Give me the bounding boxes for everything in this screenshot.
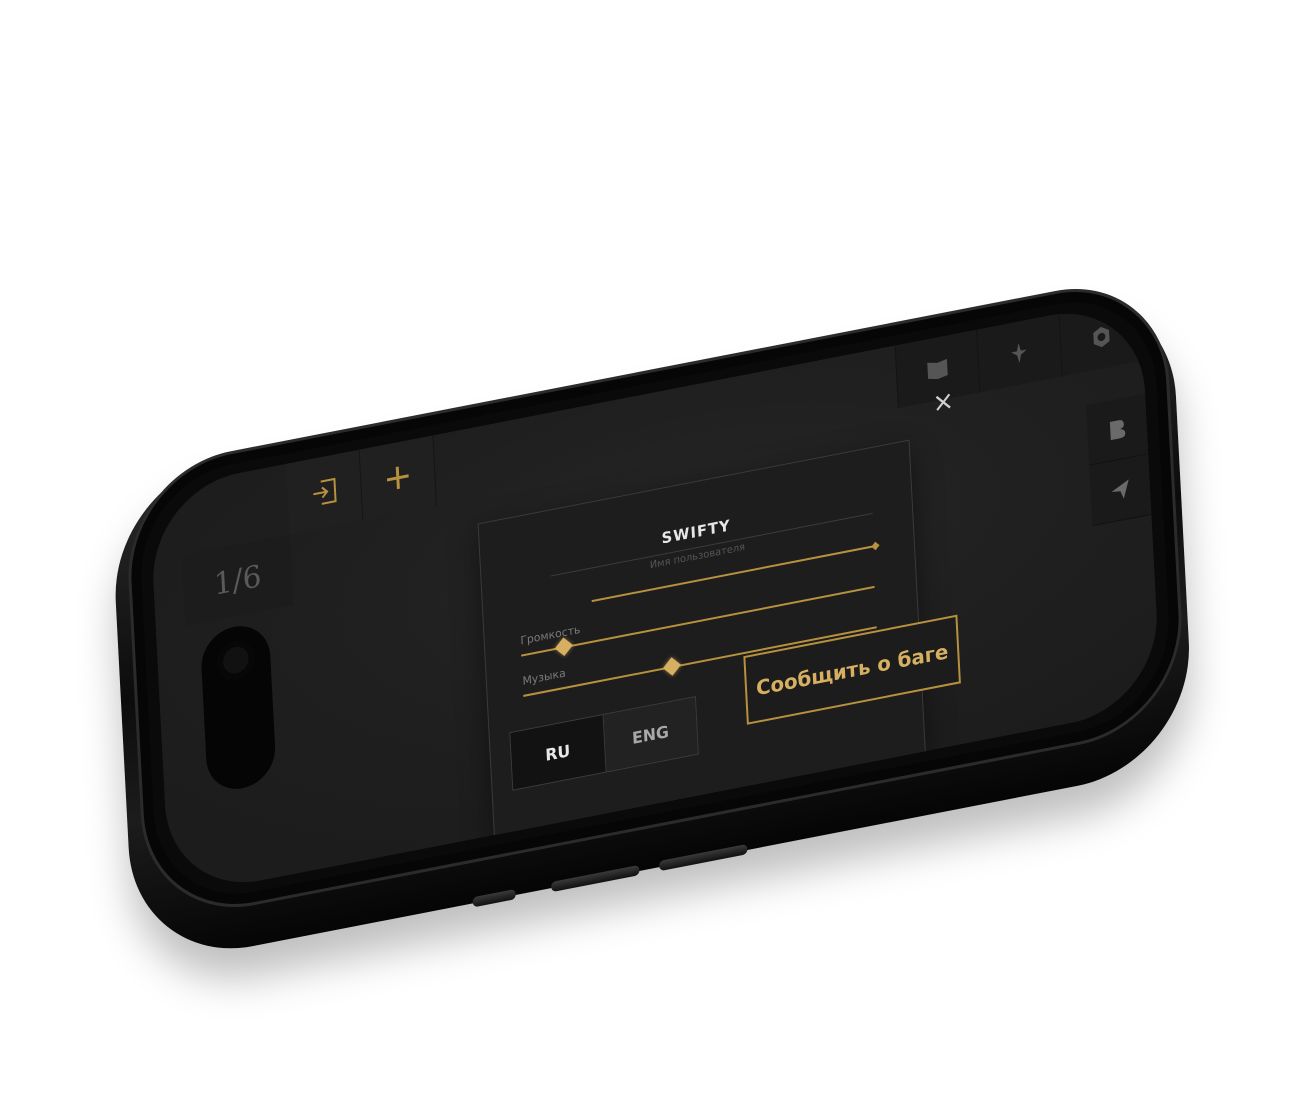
close-button[interactable]: ×: [928, 384, 959, 420]
music-label: Музыка: [522, 666, 566, 688]
top-left-toolbar: 1/6: [149, 433, 451, 631]
settings-modal: × SWIFTY Имя пользователя Громкость Музы…: [477, 385, 961, 837]
settings-icon: [1093, 326, 1110, 348]
dynamic-island: [199, 620, 277, 795]
settings-button[interactable]: [1058, 297, 1144, 377]
plus-icon: [386, 466, 409, 490]
language-selector: RU ENG: [509, 696, 699, 791]
right-side-toolbar: [1086, 393, 1152, 527]
book-icon: [927, 358, 948, 379]
send-icon: [1111, 478, 1129, 499]
lang-eng-button[interactable]: ENG: [603, 697, 698, 772]
login-button[interactable]: [286, 449, 364, 535]
login-icon: [313, 477, 337, 505]
camera-icon: [216, 637, 256, 683]
sword-icon: [1011, 342, 1028, 364]
sword-button[interactable]: [976, 313, 1062, 393]
close-icon: ×: [931, 385, 955, 420]
page-indicator: 1/6: [181, 534, 294, 627]
add-button[interactable]: [359, 435, 437, 521]
music-slider-thumb[interactable]: [663, 657, 682, 676]
stage: 1/6 × SWIFTY Имя пользователя Громкость …: [0, 0, 1307, 1110]
lang-ru-button[interactable]: RU: [510, 715, 607, 790]
send-button[interactable]: [1089, 454, 1152, 527]
b-icon: [1109, 419, 1126, 440]
divider-end-marker: [871, 541, 880, 551]
game-screen: 1/6 × SWIFTY Имя пользователя Громкость …: [148, 297, 1162, 899]
phone-mockup: 1/6 × SWIFTY Имя пользователя Громкость …: [109, 269, 1196, 970]
